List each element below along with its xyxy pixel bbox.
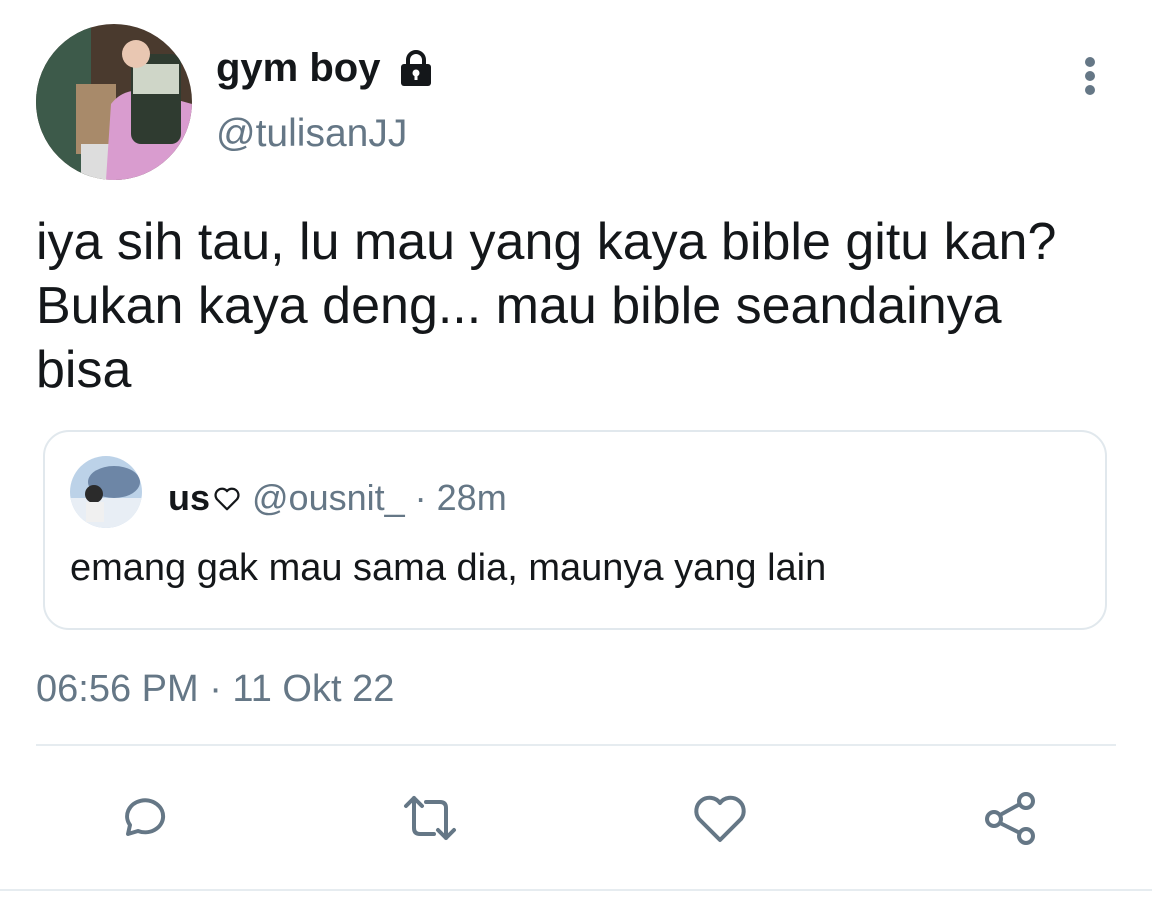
quoted-tweet-text: emang gak mau sama dia, maunya yang lain [70,547,827,589]
quoted-author-avatar [70,456,142,528]
author-handle[interactable]: @tulisanJJ [216,110,407,158]
quoted-author-handle: @ousnit_ [252,477,405,518]
share-icon[interactable] [980,788,1040,848]
heart-outline-icon [214,487,240,511]
tweet-text: iya sih tau, lu mau yang kaya bible gitu… [36,213,1057,399]
tweet-detail: gym boy @tulisanJJ iya sih tau, lu mau y… [0,0,1152,909]
divider [36,744,1116,746]
bottom-divider [0,889,1152,891]
like-icon[interactable] [690,788,750,848]
quoted-tweet-time: 28m [436,477,507,518]
retweet-icon[interactable] [400,788,460,848]
reply-icon[interactable] [110,788,170,848]
quoted-tweet-card[interactable]: us @ousnit_ · 28m emang gak mau sama dia… [43,430,1107,630]
author-display-name: gym boy [216,46,381,90]
more-options-icon[interactable] [1070,52,1110,100]
quoted-author-name: us [168,477,211,518]
author-avatar[interactable] [36,24,192,180]
quoted-tweet-header: us @ousnit_ · 28m [168,476,507,520]
author-display-name-row[interactable]: gym boy [216,44,436,92]
separator-dot: · [414,477,427,518]
lock-icon [401,50,432,86]
tweet-timestamp[interactable]: 06:56 PM · 11 Okt 22 [36,665,394,713]
